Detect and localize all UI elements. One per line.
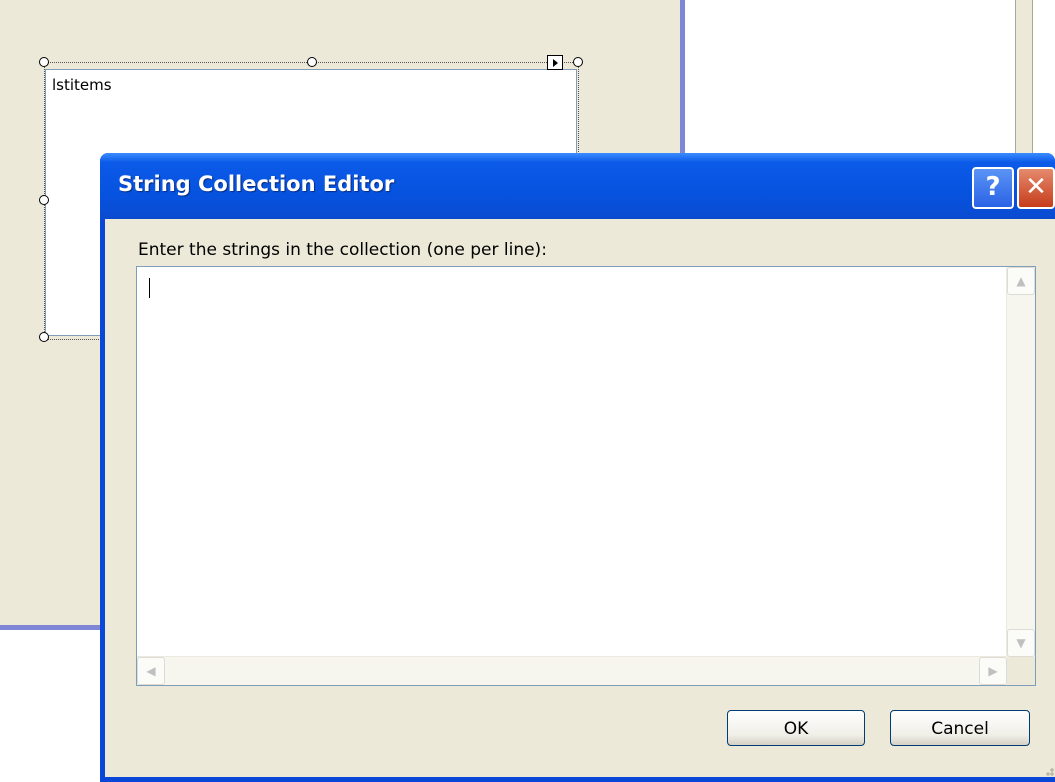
strings-textarea[interactable]: ▲ ▼ ◀ ▶ [136,266,1036,686]
chevron-left-icon[interactable]: ◀ [137,657,165,685]
resize-grip[interactable] [1039,761,1055,777]
resize-handle-bottom-left[interactable] [39,332,49,342]
smart-tag-arrow-icon[interactable] [547,55,563,70]
ok-button[interactable]: OK [727,710,865,746]
help-icon[interactable]: ? [972,167,1014,209]
listbox-name-label: lstitems [52,76,112,94]
text-caret [149,278,150,298]
designer-side-strip [1015,0,1033,160]
horizontal-scrollbar[interactable]: ◀ ▶ [137,656,1007,685]
chevron-down-icon[interactable]: ▼ [1007,629,1035,657]
resize-handle-top-left[interactable] [39,57,49,67]
cancel-button[interactable]: Cancel [890,710,1030,746]
string-collection-editor-dialog: String Collection Editor ? ✕ Enter the s… [100,153,1055,782]
prompt-label: Enter the strings in the collection (one… [138,240,547,260]
chevron-right-icon[interactable]: ▶ [979,657,1007,685]
close-icon[interactable]: ✕ [1017,167,1055,209]
dialog-titlebar[interactable]: String Collection Editor ? ✕ [100,153,1055,219]
resize-handle-top-middle[interactable] [307,57,317,67]
resize-handle-top-right[interactable] [573,57,583,67]
scrollbar-corner [1007,657,1035,685]
resize-handle-middle-left[interactable] [39,195,49,205]
chevron-up-icon[interactable]: ▲ [1007,267,1035,295]
vertical-scrollbar[interactable]: ▲ ▼ [1006,267,1035,657]
dialog-title: String Collection Editor [118,172,395,196]
dialog-client-area: Enter the strings in the collection (one… [105,219,1055,777]
